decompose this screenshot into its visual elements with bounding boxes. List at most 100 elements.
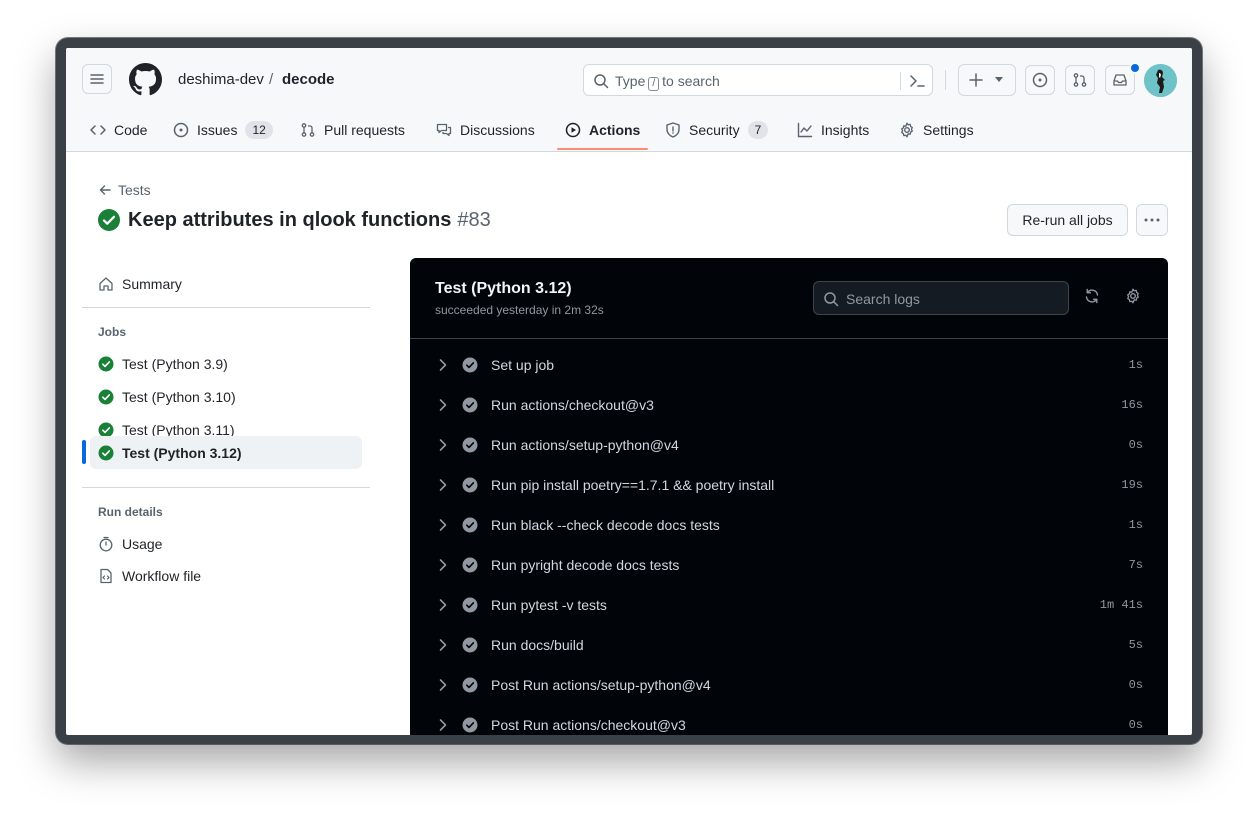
tab-pull-requests[interactable]: Pull requests	[300, 118, 405, 142]
check-circle-fill-icon	[98, 389, 114, 404]
check-circle-fill-icon	[462, 557, 478, 573]
log-step-row[interactable]: Run docs/build 5s	[410, 625, 1168, 665]
tab-actions-label: Actions	[589, 122, 641, 138]
workflow-file-label: Workflow file	[122, 567, 202, 584]
tab-discussions[interactable]: Discussions	[436, 118, 535, 142]
your-pull-requests-button[interactable]	[1065, 65, 1095, 95]
step-status	[462, 357, 478, 378]
log-step-row[interactable]: Post Run actions/setup-python@v4 0s	[410, 665, 1168, 705]
job-title: Test (Python 3.12)	[435, 280, 572, 297]
sidebar-divider	[82, 307, 370, 308]
log-step-row[interactable]: Run black --check decode docs tests 1s	[410, 505, 1168, 545]
tab-code[interactable]: Code	[90, 118, 147, 142]
step-expand-toggle[interactable]	[438, 558, 448, 577]
log-step-row[interactable]: Set up job 1s	[410, 345, 1168, 385]
run-number: #83	[457, 208, 491, 231]
comment-discussion-icon	[436, 123, 452, 137]
tab-discussions-label: Discussions	[460, 122, 535, 138]
sync-icon[interactable]	[1084, 288, 1100, 304]
tab-insights[interactable]: Insights	[797, 118, 869, 142]
unread-notification-dot	[1129, 62, 1141, 74]
step-expand-toggle[interactable]	[438, 438, 448, 457]
play-icon	[565, 122, 581, 138]
log-step-row[interactable]: Post Run actions/checkout@v3 0s	[410, 705, 1168, 735]
menu-button[interactable]	[82, 64, 112, 94]
global-header: deshima-dev / decode Type / to search Co…	[66, 48, 1192, 152]
repo-name-link[interactable]: decode	[282, 71, 335, 88]
create-new-button[interactable]	[958, 64, 1016, 96]
active-job-indicator	[82, 440, 86, 464]
rerun-all-jobs-button[interactable]: Re-run all jobs	[1007, 204, 1128, 236]
chevron-right-icon	[439, 599, 447, 611]
step-expand-toggle[interactable]	[438, 678, 448, 697]
check-circle-fill-icon	[462, 437, 478, 453]
repo-owner-link[interactable]: deshima-dev	[178, 71, 264, 88]
check-circle-fill-icon	[98, 356, 114, 371]
step-status	[462, 477, 478, 498]
log-step-row[interactable]: Run pytest -v tests 1m 41s	[410, 585, 1168, 625]
log-step-row[interactable]: Run actions/setup-python@v4 0s	[410, 425, 1168, 465]
chevron-right-icon	[439, 359, 447, 371]
tab-issues[interactable]: Issues 12	[173, 118, 273, 142]
github-logo-icon[interactable]	[129, 63, 162, 96]
chevron-right-icon	[439, 519, 447, 531]
search-logs-input[interactable]: Search logs	[813, 281, 1069, 315]
tab-settings[interactable]: Settings	[899, 118, 974, 142]
step-duration: 1s	[1128, 518, 1143, 532]
step-expand-toggle[interactable]	[438, 638, 448, 657]
search-divider	[900, 72, 901, 90]
graph-icon	[797, 122, 813, 138]
tab-issues-label: Issues	[197, 122, 238, 138]
stopwatch-icon	[99, 536, 113, 551]
back-to-workflow-link[interactable]: Tests	[99, 182, 151, 198]
sidebar-item-usage[interactable]: Usage	[90, 527, 362, 560]
user-avatar[interactable]	[1144, 64, 1177, 97]
sidebar-item-workflow-file[interactable]: Workflow file	[90, 559, 362, 592]
more-options-button[interactable]	[1136, 204, 1168, 236]
sidebar-job-item[interactable]: Test (Python 3.10)	[90, 380, 362, 413]
inbox-icon	[1113, 74, 1127, 86]
arrow-left-icon	[99, 185, 111, 195]
log-step-row[interactable]: Run pyright decode docs tests 7s	[410, 545, 1168, 585]
step-name: Run actions/setup-python@v4	[491, 437, 679, 453]
shield-icon	[666, 122, 680, 138]
chevron-right-icon	[439, 639, 447, 651]
gear-icon	[901, 122, 913, 138]
hamburger-icon	[90, 74, 104, 84]
tab-actions[interactable]: Actions	[565, 118, 640, 142]
run-details-heading: Run details	[98, 505, 163, 519]
sidebar-job-item[interactable]: Test (Python 3.9)	[90, 347, 362, 380]
sidebar-item-summary[interactable]: Summary	[90, 267, 362, 300]
tab-security[interactable]: Security 7	[665, 118, 769, 142]
gear-icon[interactable]	[1125, 288, 1141, 304]
jobs-heading: Jobs	[98, 325, 127, 339]
check-circle-fill-icon	[98, 445, 114, 460]
header-divider	[945, 70, 946, 90]
step-expand-toggle[interactable]	[438, 398, 448, 417]
your-issues-button[interactable]	[1025, 65, 1055, 95]
check-circle-fill-icon	[462, 517, 478, 533]
step-status	[462, 397, 478, 418]
git-pull-request-icon	[1073, 73, 1087, 87]
check-circle-fill-icon	[462, 597, 478, 613]
step-expand-toggle[interactable]	[438, 598, 448, 617]
chevron-right-icon	[439, 559, 447, 571]
sidebar-job-item-active[interactable]: Test (Python 3.12)	[90, 436, 362, 469]
check-circle-fill-icon	[462, 637, 478, 653]
command-palette-icon[interactable]	[908, 72, 926, 90]
browser-window: deshima-dev / decode Type / to search Co…	[56, 38, 1202, 744]
tab-security-label: Security	[689, 122, 740, 138]
step-expand-toggle[interactable]	[438, 718, 448, 735]
step-expand-toggle[interactable]	[438, 358, 448, 377]
log-step-row[interactable]: Run actions/checkout@v3 16s	[410, 385, 1168, 425]
search-placeholder: Type / to search	[615, 73, 720, 91]
step-duration: 0s	[1128, 678, 1143, 692]
global-search-input[interactable]: Type / to search	[583, 64, 933, 96]
check-circle-fill-icon	[462, 677, 478, 693]
check-circle-fill-icon	[462, 397, 478, 413]
tab-code-label: Code	[114, 122, 148, 138]
triangle-down-icon	[995, 77, 1003, 82]
step-expand-toggle[interactable]	[438, 478, 448, 497]
step-expand-toggle[interactable]	[438, 518, 448, 537]
log-step-row[interactable]: Run pip install poetry==1.7.1 && poetry …	[410, 465, 1168, 505]
